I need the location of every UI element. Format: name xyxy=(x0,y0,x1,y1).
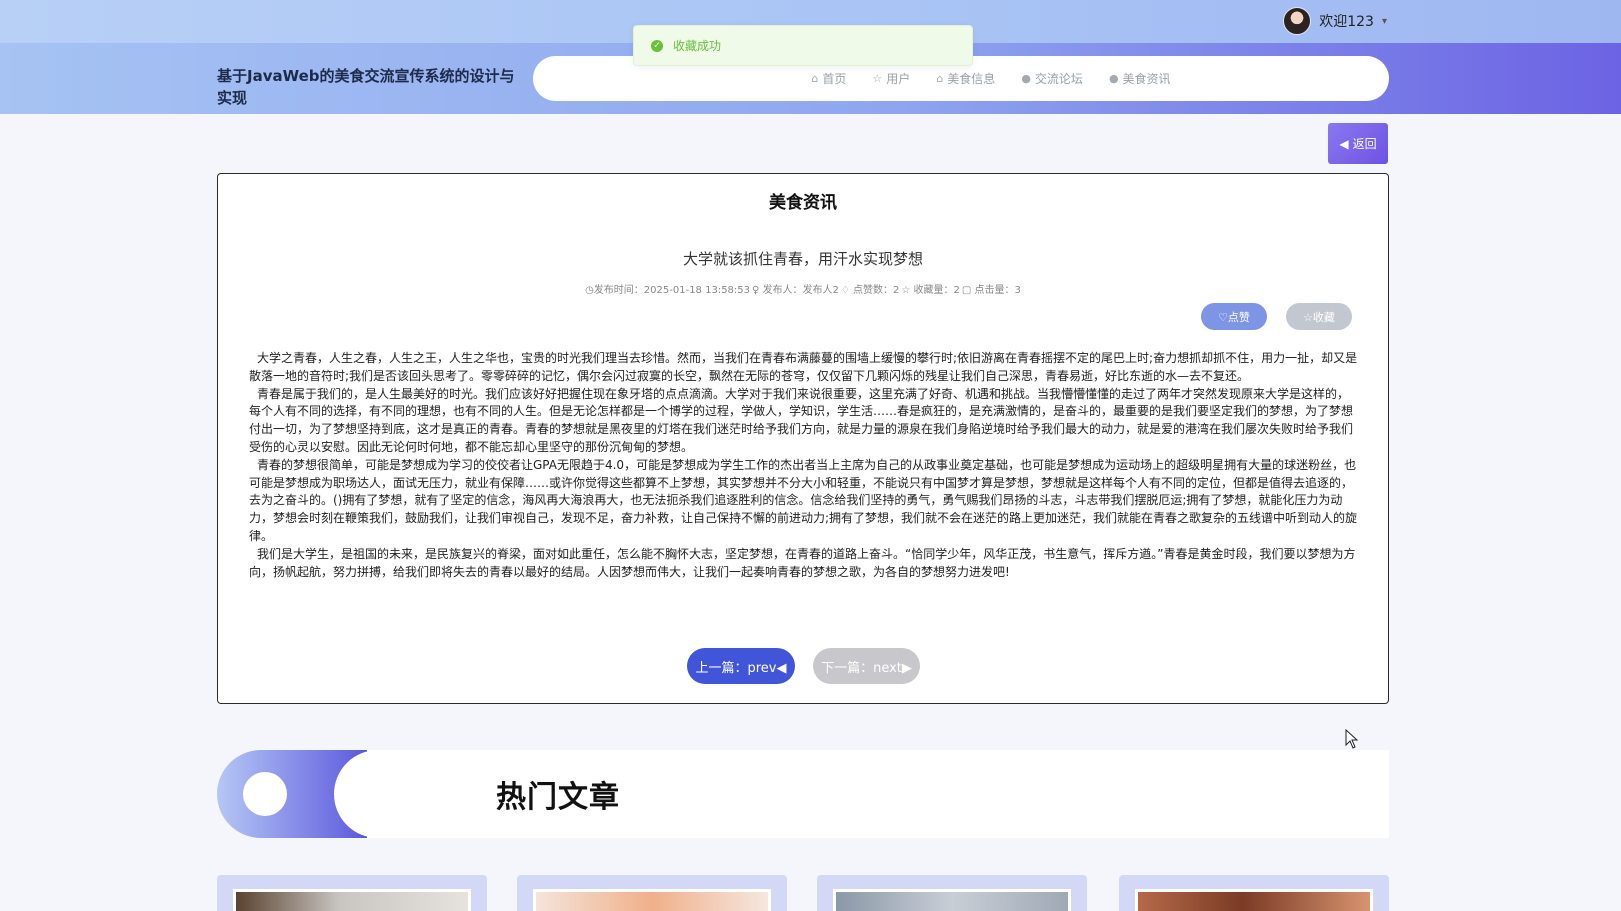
hot-articles-title: 热门文章 xyxy=(496,780,620,815)
favorite-button[interactable]: ☆收藏 xyxy=(1286,303,1352,330)
nav-item-label: 交流论坛 xyxy=(1034,72,1083,86)
home-icon: ⌂ xyxy=(936,72,944,85)
hot-article-card[interactable] xyxy=(517,875,787,911)
publish-time: ◷发布时间：2025-01-18 13:58:53 xyxy=(585,285,751,296)
article-paragraph: 青春是属于我们的，是人生最美好的时光。我们应该好好把握住现在象牙塔的点点滴滴。大… xyxy=(249,386,1354,454)
article-content: 大学之青春，人生之春，人生之王，人生之华也，宝贵的时光我们理当去珍惜。然而，当我… xyxy=(249,350,1359,581)
nav-item-food-news[interactable]: ● 美食资讯 xyxy=(1109,70,1171,87)
nav-item-food-info[interactable]: ⌂ 美食信息 xyxy=(936,70,995,87)
caret-left-icon: ◀ xyxy=(1339,136,1349,151)
banner-title-area: 热门文章 xyxy=(334,750,1389,838)
favorite-count: ☆ 收藏量：2 xyxy=(901,285,960,296)
article-thumbnail[interactable] xyxy=(233,889,471,911)
star-icon: ☆ xyxy=(872,72,883,85)
section-heading: 美食资讯 xyxy=(769,193,837,213)
success-toast: ✓ 收藏成功 xyxy=(633,25,973,66)
nav-item-users[interactable]: ☆ 用户 xyxy=(872,70,910,87)
hot-articles-banner: 热门文章 xyxy=(217,750,1389,838)
article-title: 大学就该抓住青春，用汗水实现梦想 xyxy=(682,250,923,268)
back-button[interactable]: ◀ 返回 xyxy=(1328,123,1388,164)
nav-item-home[interactable]: ⌂ 首页 xyxy=(811,70,846,87)
hot-article-card[interactable] xyxy=(217,875,487,911)
article-paragraph: 大学之青春，人生之春，人生之王，人生之华也，宝贵的时光我们理当去珍惜。然而，当我… xyxy=(249,351,1358,383)
like-count: ♢ 点赞数：2 xyxy=(840,285,900,296)
publisher: ♀ 发布人：发布人2 xyxy=(752,285,839,296)
article-card: 美食资讯 大学就该抓住青春，用汗水实现梦想 ◷发布时间：2025-01-18 1… xyxy=(217,173,1389,704)
user-greeting[interactable]: 欢迎123 xyxy=(1319,11,1374,31)
hot-article-card[interactable] xyxy=(1119,875,1389,911)
chevron-down-icon[interactable]: ▾ xyxy=(1382,16,1387,27)
check-circle-icon: ✓ xyxy=(651,39,663,52)
toast-message: 收藏成功 xyxy=(673,39,722,53)
user-menu[interactable]: 欢迎123 ▾ xyxy=(1283,6,1387,36)
info-icon: ● xyxy=(1108,72,1119,85)
site-title: 基于JavaWeb的美食交流宣传系统的设计与实现 xyxy=(217,67,515,107)
mouse-cursor-icon xyxy=(1345,729,1359,749)
article-meta: ◷发布时间：2025-01-18 13:58:53 ♀ 发布人：发布人2 ♢ 点赞数… xyxy=(218,281,1388,296)
article-thumbnail[interactable] xyxy=(833,889,1071,911)
article-thumbnail[interactable] xyxy=(533,889,771,911)
like-button[interactable]: ♡点赞 xyxy=(1201,303,1267,330)
hot-article-card[interactable] xyxy=(817,875,1087,911)
next-article-button[interactable]: 下一篇：next▶ xyxy=(813,648,920,684)
info-icon: ● xyxy=(1021,72,1031,85)
nav-item-label: 美食信息 xyxy=(947,72,996,86)
click-count: ▢ 点击量：3 xyxy=(961,285,1021,296)
prev-article-button[interactable]: 上一篇：prev◀ xyxy=(687,648,795,684)
hot-articles-list xyxy=(217,875,1389,911)
article-thumbnail[interactable] xyxy=(1135,889,1373,911)
nav-item-label: 美食资讯 xyxy=(1122,72,1171,86)
article-paragraph: 青春的梦想很简单，可能是梦想成为学习的佼佼者让GPA无限趋于4.0，可能是梦想成… xyxy=(249,457,1358,543)
banner-dot xyxy=(243,772,287,816)
avatar[interactable] xyxy=(1283,7,1312,35)
back-button-label: 返回 xyxy=(1352,137,1377,151)
home-icon: ⌂ xyxy=(811,72,819,85)
nav-item-label: 首页 xyxy=(822,72,847,86)
article-paragraph: 我们是大学生，是祖国的未来，是民族复兴的脊梁，面对如此重任，怎么能不胸怀大志，坚… xyxy=(249,546,1356,579)
nav-item-label: 用户 xyxy=(886,72,911,86)
nav-item-forum[interactable]: ● 交流论坛 xyxy=(1021,70,1083,87)
